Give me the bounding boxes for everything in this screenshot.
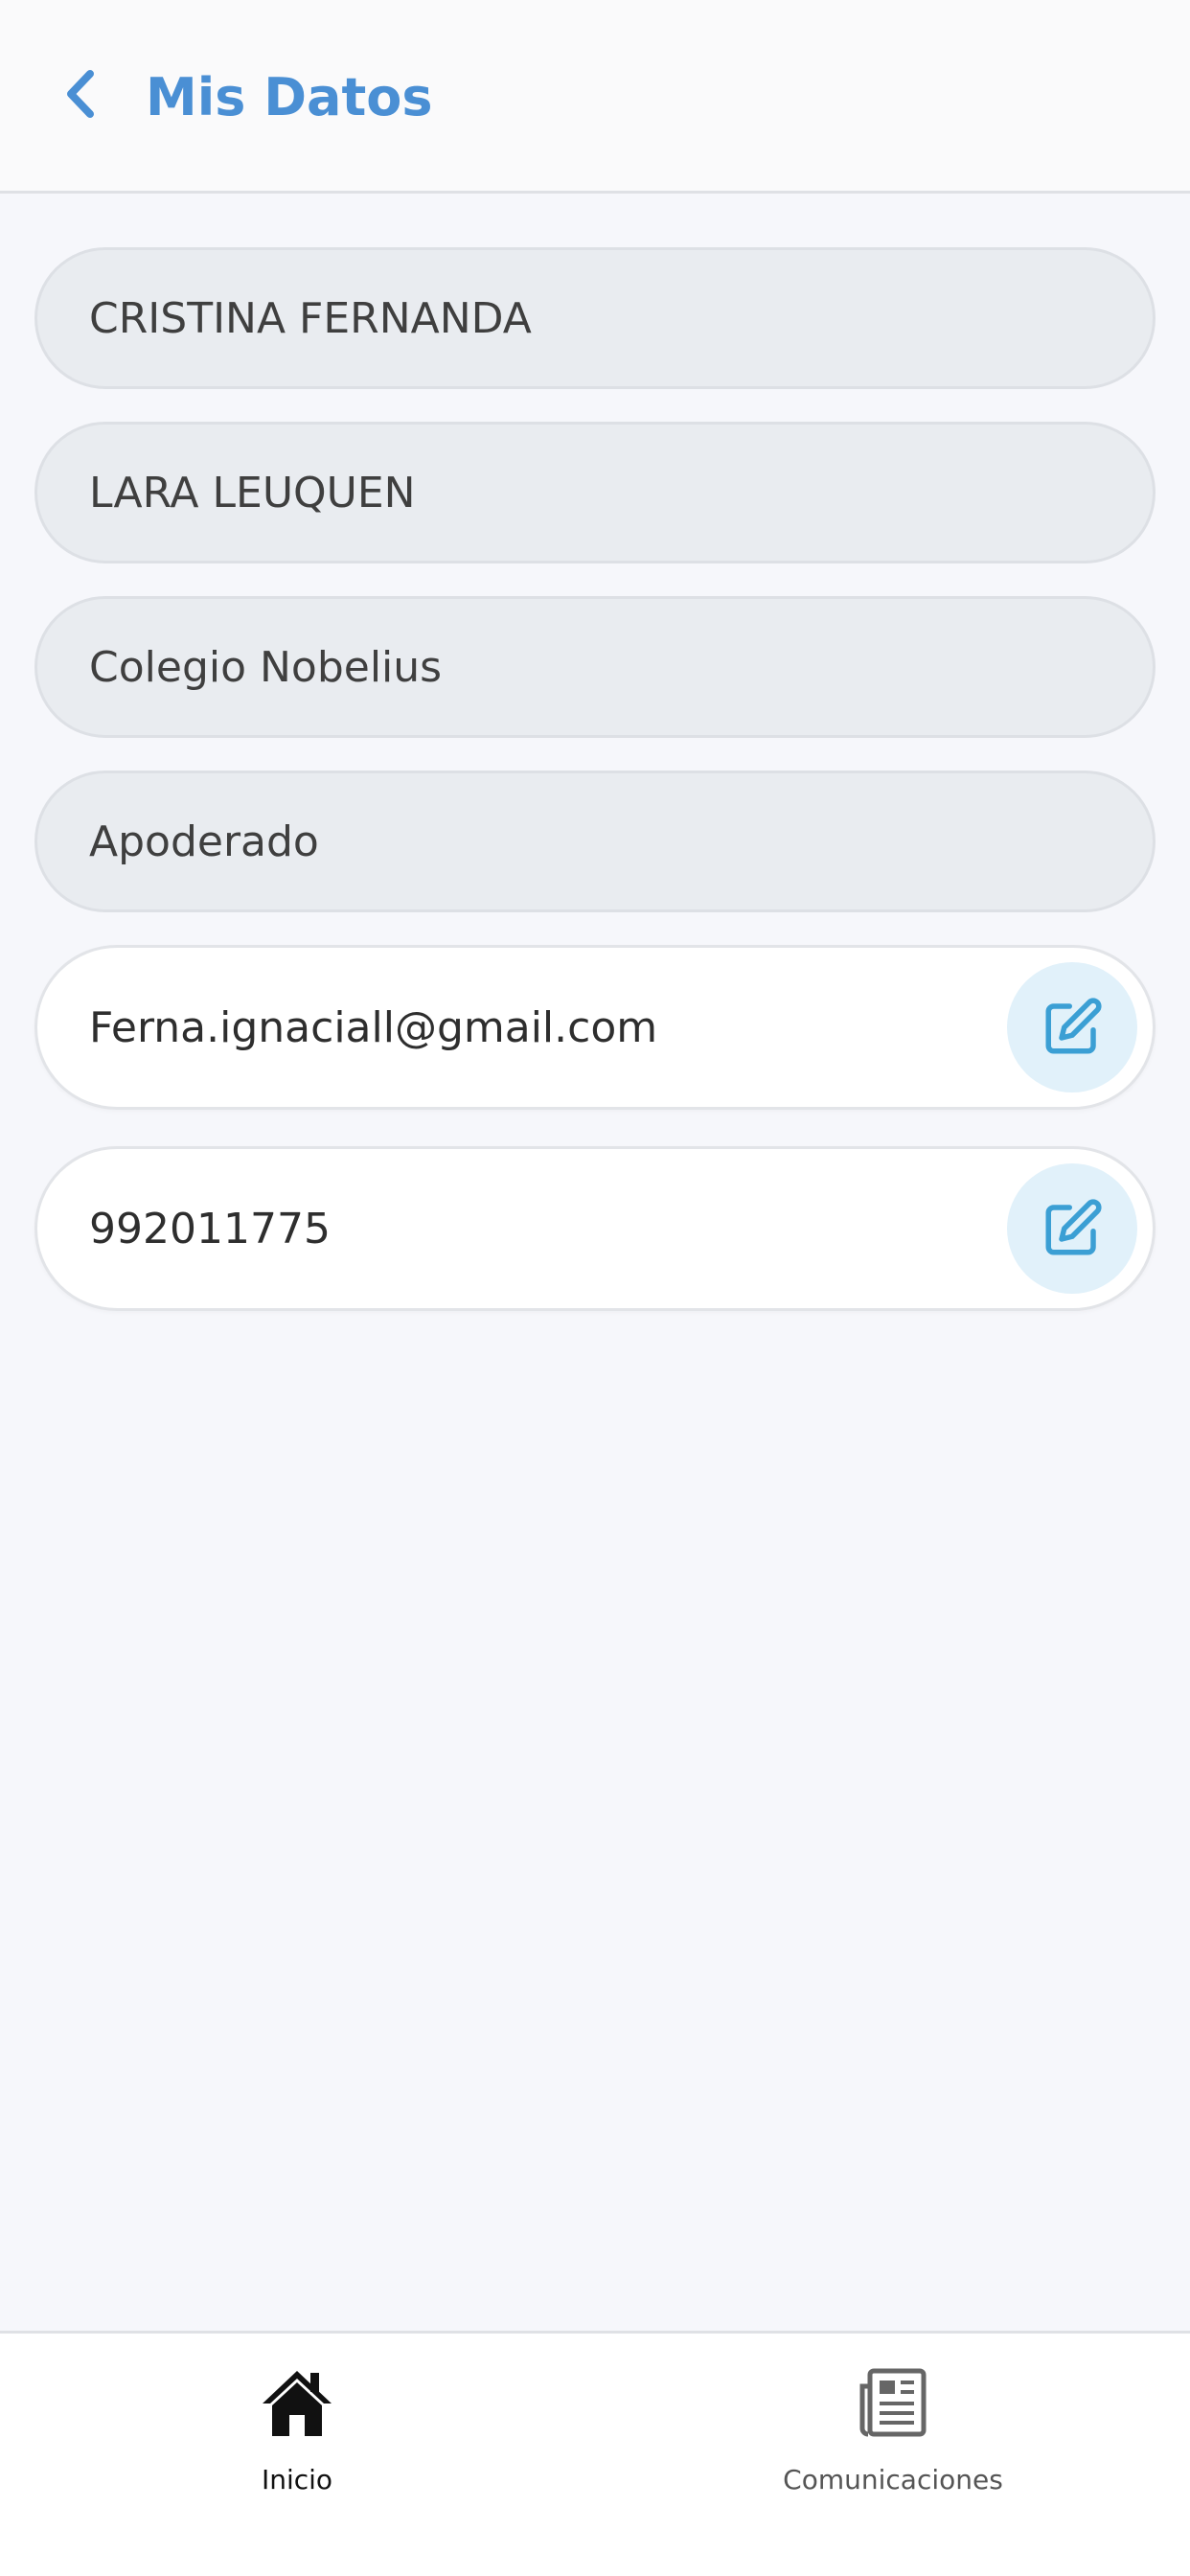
edit-icon [1045, 1199, 1102, 1255]
first-name-value: CRISTINA FERNANDA [89, 293, 532, 343]
nav-label-comunicaciones: Comunicaciones [783, 2464, 1003, 2496]
first-name-field: CRISTINA FERNANDA [34, 247, 1156, 389]
school-field: Colegio Nobelius [34, 596, 1156, 738]
chevron-left-icon [67, 70, 94, 118]
phone-field[interactable]: 992011775 [34, 1146, 1156, 1311]
school-value: Colegio Nobelius [89, 642, 443, 692]
last-name-field: LARA LEUQUEN [34, 422, 1156, 564]
edit-email-button[interactable] [1007, 962, 1137, 1092]
app-header: Mis Datos [0, 0, 1190, 194]
role-field: Apoderado [34, 770, 1156, 912]
phone-value: 992011775 [89, 1204, 331, 1254]
page-title: Mis Datos [146, 67, 433, 127]
bottom-nav: Inicio Comunicaciones [0, 2331, 1190, 2576]
edit-phone-button[interactable] [1007, 1163, 1137, 1294]
profile-fields: CRISTINA FERNANDA LARA LEUQUEN Colegio N… [34, 247, 1156, 1347]
edit-icon [1045, 998, 1102, 1054]
last-name-value: LARA LEUQUEN [89, 468, 416, 518]
nav-label-inicio: Inicio [261, 2464, 333, 2496]
role-value: Apoderado [89, 816, 319, 866]
nav-item-comunicaciones[interactable]: Comunicaciones [701, 2351, 1085, 2542]
nav-item-inicio[interactable]: Inicio [105, 2351, 489, 2542]
email-field[interactable]: Ferna.ignaciall@gmail.com [34, 945, 1156, 1110]
email-value: Ferna.ignaciall@gmail.com [89, 1002, 658, 1052]
newspaper-icon [850, 2360, 936, 2447]
home-icon [254, 2360, 340, 2447]
back-button[interactable] [50, 59, 111, 128]
